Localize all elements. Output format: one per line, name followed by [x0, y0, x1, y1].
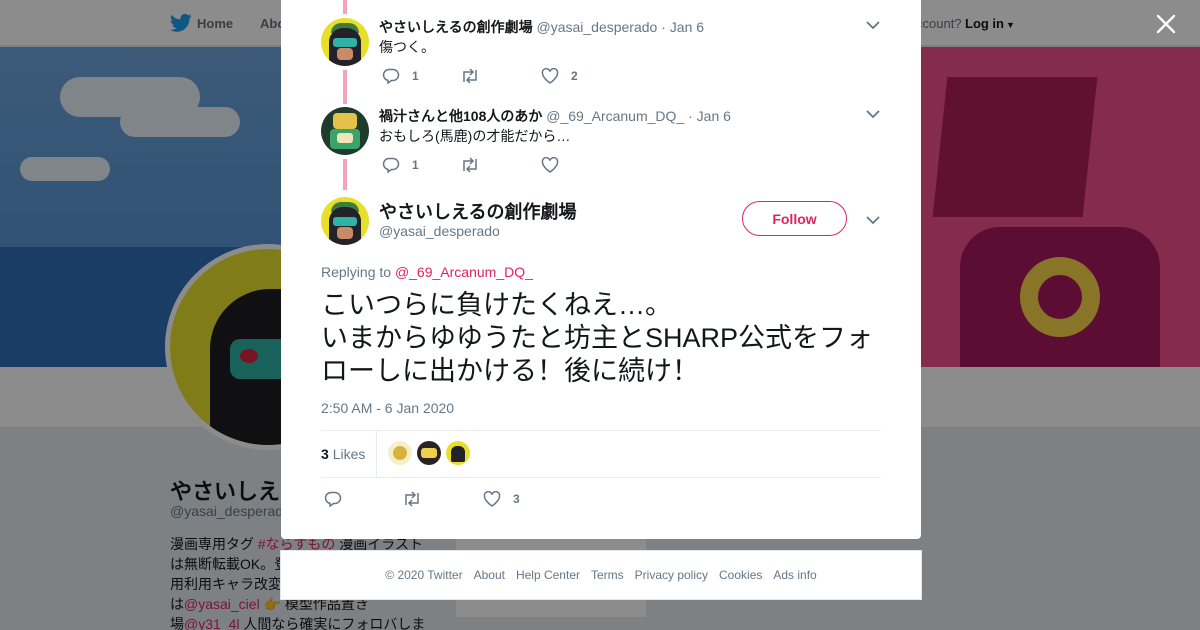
tweet-author-handle[interactable]: @yasai_desperado	[379, 223, 500, 239]
thread-connector-line	[343, 159, 347, 190]
tweet-author-handle[interactable]: @yasai_desperado	[536, 19, 657, 35]
chevron-down-icon[interactable]	[865, 108, 881, 120]
avatar-art	[333, 38, 357, 47]
chevron-down-icon[interactable]	[865, 214, 881, 226]
avatar-art	[337, 133, 353, 143]
avatar[interactable]	[321, 107, 369, 155]
tweet-text: おもしろ(馬鹿)の才能だから…	[379, 128, 571, 144]
tweet-separator: ·	[661, 19, 666, 35]
liker-avatar[interactable]	[388, 441, 412, 465]
tweet-text: 傷つく。	[379, 39, 435, 55]
heart-icon	[483, 491, 501, 507]
reply-button[interactable]: 1	[382, 155, 419, 175]
tweet-permalink-modal: やさいしえるの創作劇場 @yasai_desperado · Jan 6 傷つく…	[281, 0, 921, 539]
follow-button[interactable]: Follow	[742, 201, 847, 236]
main-tweet-text: こいつらに負けたくねえ…。 いまからゆゆうたと坊主とSHARP公式をフォローしに…	[321, 290, 874, 386]
tweet-author-name[interactable]: やさいしえるの創作劇場	[379, 198, 576, 224]
reply-icon	[382, 157, 400, 173]
retweet-button[interactable]	[402, 489, 434, 509]
retweet-button[interactable]	[460, 155, 492, 175]
tweet-author-name[interactable]: 禍汁さんと他108人のあか	[379, 108, 542, 124]
replying-to: Replying to @_69_Arcanum_DQ_	[321, 264, 533, 280]
tweet-author-name[interactable]: やさいしえるの創作劇場	[379, 19, 533, 35]
thread-connector-line	[343, 70, 347, 104]
avatar-art	[421, 448, 437, 458]
heart-icon	[541, 157, 559, 173]
footer-link-about[interactable]: About	[474, 568, 505, 582]
footer-link-cookies[interactable]: Cookies	[719, 568, 762, 582]
reply-count: 1	[412, 69, 419, 83]
footer-link-privacy[interactable]: Privacy policy	[635, 568, 708, 582]
replying-prefix: Replying to	[321, 264, 395, 280]
chevron-down-icon[interactable]	[865, 19, 881, 31]
like-button[interactable]: 3	[483, 489, 520, 509]
heart-icon	[541, 68, 559, 84]
like-button[interactable]: 2	[541, 66, 578, 86]
like-count: 2	[571, 69, 578, 83]
avatar-art	[329, 28, 361, 66]
avatar-art	[337, 227, 353, 239]
stat-separator	[376, 431, 377, 477]
footer: © 2020 Twitter About Help Center Terms P…	[280, 550, 922, 600]
avatar-art	[451, 446, 465, 462]
likes-label: Likes	[332, 446, 366, 462]
retweet-button[interactable]	[460, 66, 492, 86]
footer-copyright: © 2020 Twitter	[385, 568, 463, 582]
close-icon[interactable]	[1155, 13, 1177, 35]
avatar-art	[329, 207, 361, 245]
retweet-icon	[405, 491, 419, 507]
footer-link-help-center[interactable]: Help Center	[516, 568, 580, 582]
footer-link-terms[interactable]: Terms	[591, 568, 624, 582]
tweet-date[interactable]: Jan 6	[697, 108, 731, 124]
reply-icon	[324, 491, 342, 507]
tweet-author-handle[interactable]: @_69_Arcanum_DQ_	[546, 108, 684, 124]
thread-connector-line	[343, 0, 347, 14]
reply-button[interactable]	[324, 489, 354, 509]
retweet-icon	[463, 68, 477, 84]
like-button[interactable]	[541, 155, 571, 175]
footer-link-ads-info[interactable]: Ads info	[773, 568, 816, 582]
reply-count: 1	[412, 158, 419, 172]
avatar[interactable]	[321, 18, 369, 66]
avatar-art	[393, 446, 407, 460]
like-count: 3	[513, 492, 520, 506]
reply-icon	[382, 68, 400, 84]
avatar-art	[333, 113, 357, 129]
tweet-timestamp[interactable]: 2:50 AM - 6 Jan 2020	[321, 400, 454, 416]
divider	[321, 477, 881, 478]
likes-count: 3	[321, 446, 329, 462]
avatar-art	[333, 217, 357, 226]
avatar[interactable]	[321, 197, 369, 245]
likes-stat[interactable]: 3 Likes	[321, 446, 365, 462]
replying-to-link[interactable]: @_69_Arcanum_DQ_	[395, 264, 533, 280]
tweet-header: 禍汁さんと他108人のあか @_69_Arcanum_DQ_ · Jan 6	[379, 106, 731, 126]
retweet-icon	[463, 157, 477, 173]
tweet-separator: ·	[688, 108, 693, 124]
tweet-date[interactable]: Jan 6	[670, 19, 704, 35]
divider	[321, 430, 881, 431]
liker-avatar[interactable]	[446, 441, 470, 465]
liker-avatar[interactable]	[417, 441, 441, 465]
reply-button[interactable]: 1	[382, 66, 419, 86]
tweet-header: やさいしえるの創作劇場 @yasai_desperado · Jan 6	[379, 17, 704, 37]
avatar-art	[337, 48, 353, 60]
